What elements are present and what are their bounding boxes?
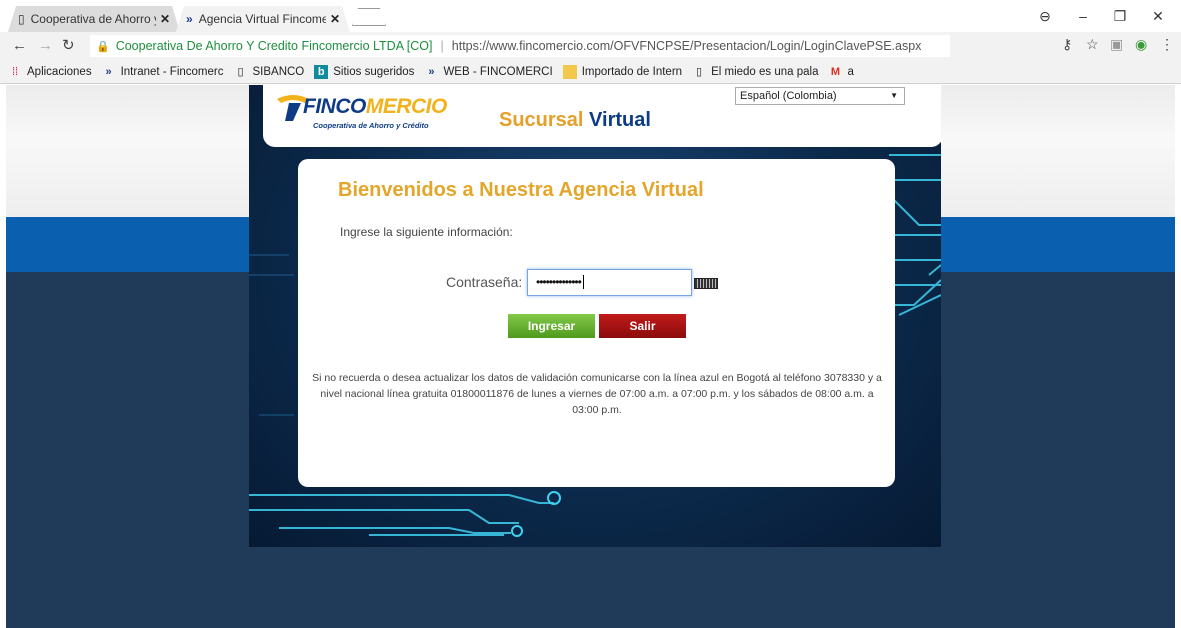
page-icon: ▯ (18, 12, 25, 26)
page-title: Bienvenidos a Nuestra Agencia Virtual (338, 179, 704, 201)
star-icon[interactable]: ☆ (1086, 36, 1099, 53)
bookmark-label: WEB - FINCOMERCI (443, 65, 553, 78)
menu-icon[interactable]: ⋮ (1160, 36, 1174, 53)
virtual-keyboard-icon[interactable] (694, 278, 718, 289)
fincomercio-icon: » (428, 65, 435, 78)
brand-title-word2: Virtual (589, 109, 651, 131)
bookmark-label: a (847, 65, 854, 78)
bookmark-importado[interactable]: Importado de Intern (562, 64, 683, 79)
bookmark-sibanco[interactable]: ▯ SIBANCO (233, 65, 304, 79)
bookmark-sitios-sugeridos[interactable]: b Sitios sugeridos (314, 64, 415, 79)
profile-icon[interactable]: ⊖ (1028, 4, 1062, 28)
restore-icon[interactable]: ❐ (1103, 4, 1137, 28)
close-icon[interactable]: ✕ (160, 12, 170, 26)
logo-wordmark: FINCOMERCIO (303, 95, 447, 119)
login-stage: FINCOMERCIO Cooperativa de Ahorro y Créd… (249, 85, 941, 547)
chevron-down-icon: ▼ (890, 91, 898, 100)
minimize-icon[interactable]: – (1066, 4, 1100, 28)
tab-title: Agencia Virtual Fincomer (198, 12, 326, 26)
language-select[interactable]: Español (Colombia) ▼ (735, 87, 905, 105)
bookmark-label: Intranet - Fincomerc (120, 65, 224, 78)
bookmark-el-miedo[interactable]: ▯ El miedo es una pala (692, 65, 818, 79)
apps-grid-icon: ⁞⁞ (11, 65, 19, 78)
bookmark-gmail[interactable]: M a (828, 65, 854, 79)
login-card: Bienvenidos a Nuestra Agencia Virtual In… (298, 159, 895, 487)
gmail-icon: M (830, 65, 841, 78)
brand-title: Sucursal Virtual (499, 109, 651, 132)
back-icon[interactable]: ← (12, 36, 27, 56)
fincomercio-logo: FINCOMERCIO Cooperativa de Ahorro y Créd… (275, 91, 455, 137)
page-icon: ▯ (696, 65, 703, 78)
bookmark-label: Importado de Intern (581, 65, 683, 78)
bookmark-label: El miedo es una pala (711, 65, 819, 78)
page-icon: ▯ (237, 65, 244, 78)
fincomercio-icon: » (186, 12, 193, 26)
bookmark-label: Sitios sugeridos (333, 65, 415, 78)
new-tab-button[interactable] (352, 8, 386, 26)
reload-icon[interactable]: ↻ (62, 36, 75, 56)
extension-icon[interactable]: ▣ (1110, 36, 1123, 53)
password-field-value: •••••••••••••• (536, 275, 582, 289)
bookmark-label: SIBANCO (252, 65, 305, 78)
tab-agencia-virtual[interactable]: » Agencia Virtual Fincomer ✕ (176, 6, 350, 32)
bookmark-aplicaciones[interactable]: ⁞⁞ Aplicaciones (8, 65, 92, 79)
header-card: FINCOMERCIO Cooperativa de Ahorro y Créd… (263, 85, 941, 147)
url-text: https://www.fincomercio.com/OFVFNCPSE/Pr… (451, 39, 922, 53)
salir-button[interactable]: Salir (599, 314, 686, 338)
tab-title: Cooperativa de Ahorro y (30, 12, 156, 26)
key-icon[interactable]: ⚷ (1062, 36, 1072, 53)
logo-tagline: Cooperativa de Ahorro y Crédito (313, 121, 429, 130)
lock-icon: 🔒 (96, 40, 110, 53)
forward-icon[interactable]: → (38, 36, 53, 56)
password-label: Contraseña: (446, 274, 523, 290)
tab-cooperativa[interactable]: ▯ Cooperativa de Ahorro y ✕ (8, 6, 180, 32)
address-separator: | (440, 39, 444, 53)
site-identity: Cooperativa De Ahorro Y Credito Fincomer… (115, 39, 433, 53)
ingresar-button[interactable]: Ingresar (508, 314, 595, 338)
logo-text-finco: FINCO (303, 95, 366, 118)
close-icon[interactable]: ✕ (330, 12, 340, 26)
tab-strip: ▯ Cooperativa de Ahorro y ✕ » Agencia Vi… (0, 0, 1181, 32)
bookmark-label: Aplicaciones (27, 65, 92, 78)
hangouts-icon[interactable]: ◉ (1135, 36, 1147, 53)
bing-icon: b (314, 64, 329, 79)
bookmark-web-fincomercio[interactable]: » WEB - FINCOMERCI (424, 65, 552, 79)
help-text: Si no recuerda o desea actualizar los da… (312, 372, 882, 416)
address-bar[interactable]: 🔒 Cooperativa De Ahorro Y Credito Fincom… (90, 35, 950, 57)
folder-icon (562, 64, 577, 79)
page-viewport: FINCOMERCIO Cooperativa de Ahorro y Créd… (0, 85, 1181, 628)
logo-text-mercio: MERCIO (365, 95, 448, 118)
bookmarks-bar: ⁞⁞ Aplicaciones » Intranet - Fincomerc ▯… (0, 60, 1181, 84)
bookmark-intranet[interactable]: » Intranet - Fincomerc (102, 65, 224, 79)
language-select-value: Español (Colombia) (740, 90, 837, 102)
address-bar-row: ← → ↻ 🔒 Cooperativa De Ahorro Y Credito … (0, 32, 1181, 60)
instruction-text: Ingrese la siguiente información: (340, 225, 513, 239)
password-field[interactable]: •••••••••••••• (527, 269, 692, 296)
close-window-icon[interactable]: ✕ (1141, 4, 1175, 28)
brand-title-word1: Sucursal (499, 109, 584, 131)
fincomercio-icon: » (105, 65, 112, 78)
